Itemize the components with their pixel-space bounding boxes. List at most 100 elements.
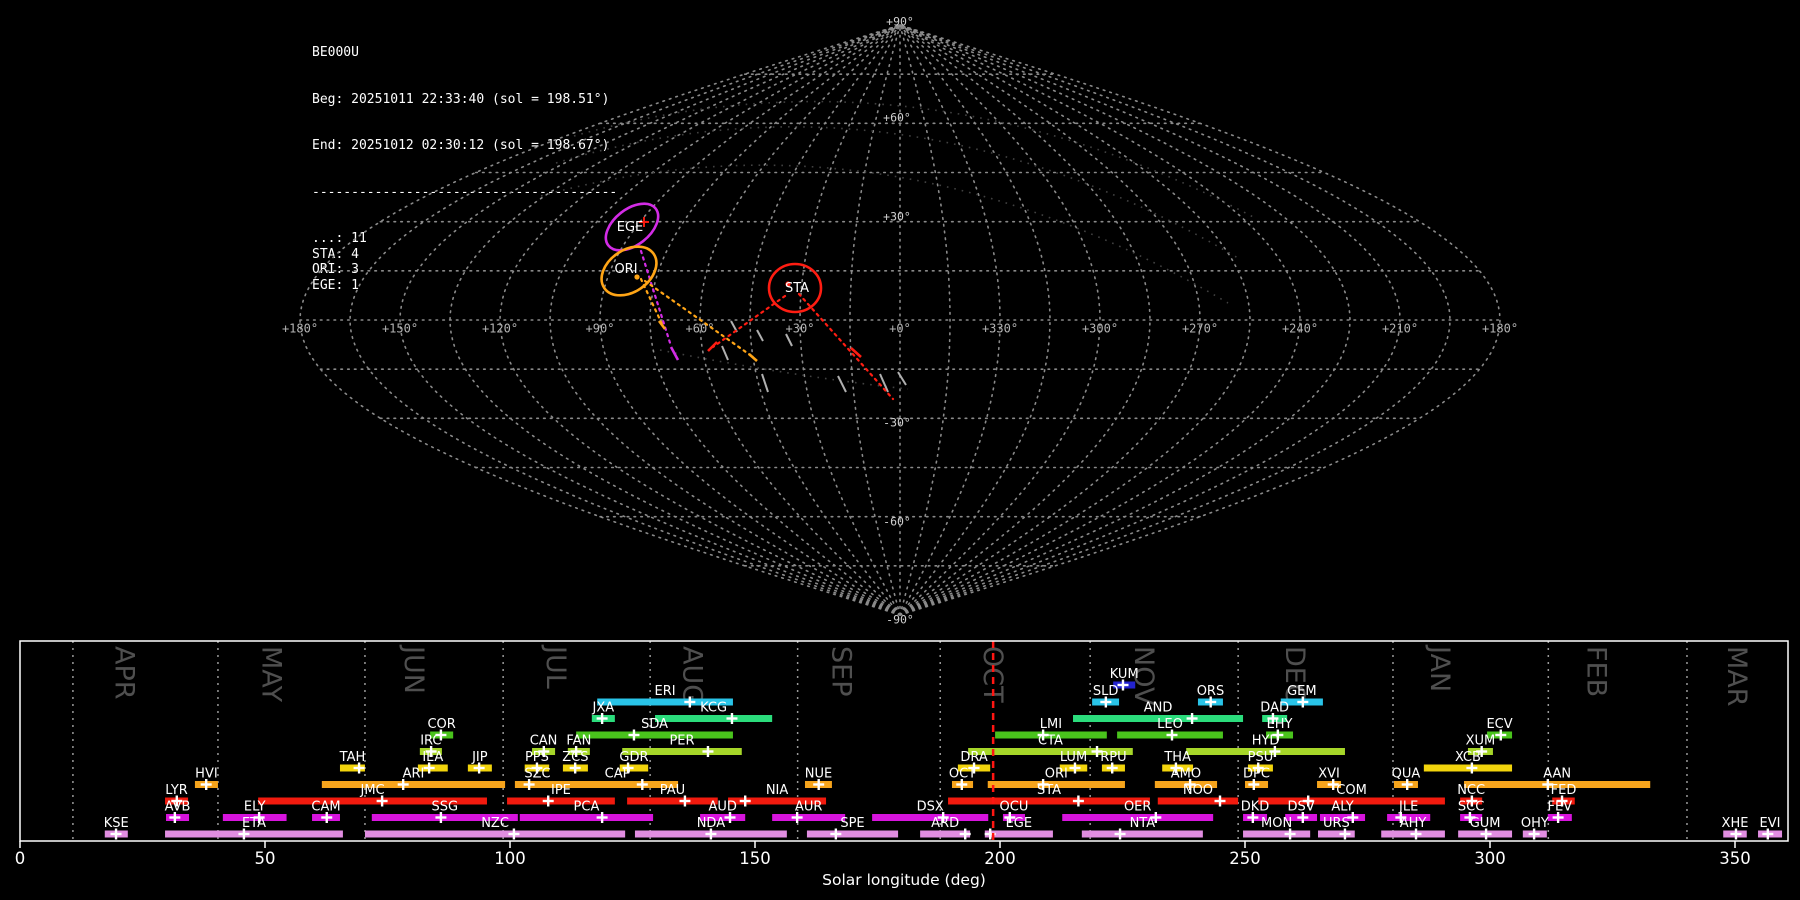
shower-label-spe: SPE	[840, 816, 864, 831]
map-lon-label: +300°	[1082, 322, 1118, 336]
shower-label-cta: CTA	[1038, 734, 1063, 749]
month-label-group: AUG	[677, 646, 708, 705]
map-lon-label: +60°	[686, 322, 715, 336]
shower-label-aud: AUD	[708, 800, 736, 815]
map-lat-label: +90°	[886, 15, 914, 29]
shower-label-avb: AVB	[165, 800, 191, 815]
map-lat-label: -90°	[886, 613, 914, 627]
shower-bar-sta	[948, 797, 1150, 805]
month-label: AUG	[677, 646, 708, 705]
month-label: FEB	[1581, 646, 1612, 697]
radiant-label-ege: EGE	[617, 220, 644, 235]
map-lon-label: +150°	[382, 322, 418, 336]
shower-label-pau: PAU	[660, 783, 685, 798]
shower-label-amo: AMO	[1171, 767, 1201, 782]
map-lon-label: +0°	[889, 322, 911, 336]
meteor-trail	[643, 279, 755, 359]
map-lon-label: +120°	[482, 322, 518, 336]
shower-label-eta: ETA	[242, 816, 266, 831]
map-lon-label: +180°	[282, 322, 318, 336]
shower-label-nta: NTA	[1130, 816, 1156, 831]
month-label: MAY	[256, 646, 287, 703]
month-label-group: SEP	[826, 646, 857, 696]
map-lon-label: +330°	[982, 322, 1018, 336]
shower-label-ipe: IPE	[551, 783, 571, 798]
month-label-group: MAR	[1721, 646, 1752, 707]
month-label-group: APR	[109, 646, 140, 700]
month-label-group: JUN	[398, 644, 429, 694]
shower-label-ehy: EHY	[1267, 717, 1293, 732]
map-lat-label: +60°	[883, 111, 911, 125]
shower-label-leo: LEO	[1157, 717, 1183, 732]
shower-label-kcg: KCG	[700, 701, 727, 716]
shower-label-ari: ARI	[403, 767, 425, 782]
shower-label-mon: MON	[1261, 816, 1292, 831]
shower-bar-nzc	[364, 830, 626, 838]
shower-bar-eta	[165, 830, 343, 838]
x-tick-label: 150	[739, 849, 771, 868]
shower-label-dsx: DSX	[917, 800, 944, 815]
shower-label-dpc: DPC	[1243, 767, 1270, 782]
fov-arc	[573, 100, 1258, 220]
month-label-group: MAY	[256, 646, 287, 703]
shower-label-kum: KUM	[1110, 667, 1139, 682]
shower-label-sta: STA	[1037, 783, 1061, 798]
shower-label-com: COM	[1336, 783, 1367, 798]
month-label: SEP	[826, 646, 857, 696]
shower-label-ard: ARD	[931, 816, 959, 831]
x-tick-label: 50	[255, 849, 276, 868]
shower-label-ocu: OCU	[1000, 800, 1029, 815]
shower-bar-nta	[1081, 830, 1203, 838]
shower-label-iea: IEA	[422, 750, 443, 765]
shower-label-cap: CAP	[605, 767, 631, 782]
sky-map: +180° +150° +120° +90° +60° +30° +0° +330° +300°…	[282, 15, 1518, 627]
shower-label-ori: ORI	[1045, 767, 1068, 782]
shower-label-tha: THA	[1163, 750, 1191, 765]
shower-bar-aur	[772, 814, 846, 821]
map-meridian	[549, 24, 901, 616]
map-lon-label: +240°	[1282, 322, 1318, 336]
shower-label-ege: EGE	[1006, 816, 1033, 831]
map-lon-label: +180°	[1482, 322, 1518, 336]
shower-label-nia: NIA	[766, 783, 789, 798]
shower-bar-spe	[806, 830, 899, 838]
shower-bar-sda	[576, 731, 733, 739]
x-axis-title: Solar longitude (deg)	[822, 871, 986, 889]
shower-label-and: AND	[1144, 701, 1173, 716]
month-label: MAR	[1721, 646, 1752, 707]
shower-label-dad: DAD	[1260, 701, 1289, 716]
meteor-trail-head	[850, 347, 862, 358]
shower-bar-noo	[1157, 797, 1239, 805]
month-label-group: JAN	[1424, 644, 1455, 692]
shower-label-dsv: DSV	[1288, 800, 1315, 815]
fov-arc	[555, 126, 1239, 259]
map-lon-label: +90°	[586, 322, 615, 336]
shower-label-aur: AUR	[795, 800, 822, 815]
meteor-trail-head	[748, 353, 758, 362]
map-meridian	[899, 24, 1151, 616]
month-label: JAN	[1424, 644, 1455, 692]
sporadic-meteor	[837, 375, 847, 393]
shower-label-ahy: AHY	[1400, 816, 1427, 831]
shower-label-xum: XUM	[1466, 734, 1496, 749]
meteor-trail	[797, 292, 895, 401]
shower-label-dkd: DKD	[1241, 800, 1270, 815]
shower-label-ssg: SSG	[432, 800, 459, 815]
shower-label-gdr: GDR	[619, 750, 648, 765]
sporadic-meteor	[761, 373, 769, 393]
month-label-group: FEB	[1581, 646, 1612, 697]
shower-bar-pca	[519, 814, 654, 821]
shower-bar-ari	[321, 781, 506, 788]
shower-label-xvi: XVI	[1318, 767, 1340, 782]
x-tick-label: 250	[1229, 849, 1261, 868]
sporadic-meteor	[756, 329, 764, 342]
shower-bar-kcg	[655, 715, 773, 722]
meteor-radiant-plot: BE000U Beg: 20251011 22:33:40 (sol = 198…	[0, 0, 1800, 900]
shower-label-lum: LUM	[1060, 750, 1087, 765]
month-label: APR	[109, 646, 140, 700]
shower-label-pca: PCA	[574, 800, 600, 815]
shower-label-psu: PSU	[1248, 750, 1274, 765]
shower-label-nzc: NZC	[481, 816, 509, 831]
map-lon-label: +30°	[786, 322, 815, 336]
shower-label-eri: ERI	[655, 684, 676, 699]
